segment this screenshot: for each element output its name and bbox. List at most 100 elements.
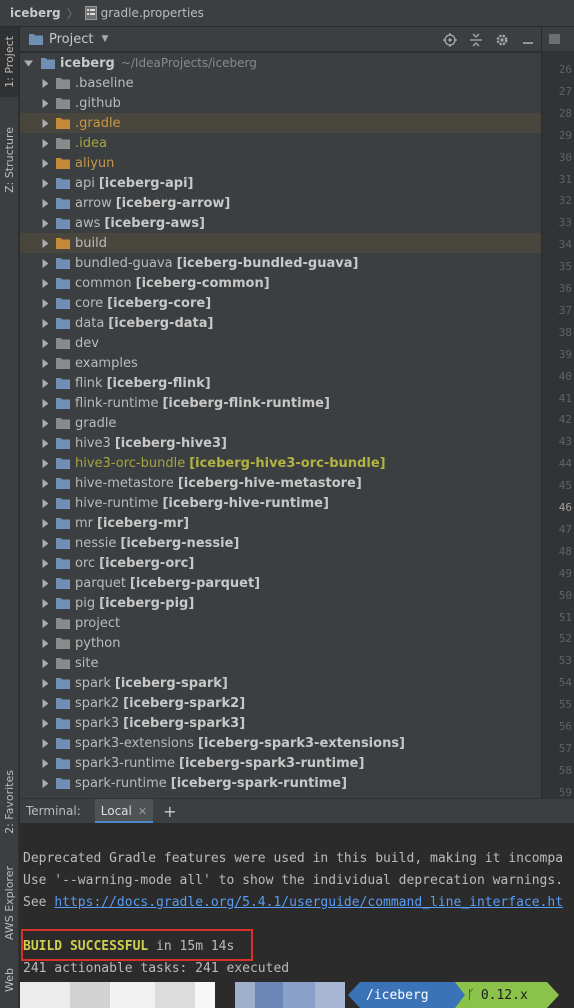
tree-item[interactable]: orc [iceberg-orc] bbox=[20, 553, 541, 573]
chevron-right-icon[interactable] bbox=[40, 373, 50, 393]
chevron-right-icon[interactable] bbox=[40, 133, 50, 153]
chevron-down-icon[interactable]: ▼ bbox=[101, 34, 108, 44]
chevron-right-icon[interactable] bbox=[40, 313, 50, 333]
tree-item[interactable]: spark3-extensions [iceberg-spark3-extensi… bbox=[20, 733, 541, 753]
chevron-right-icon[interactable] bbox=[40, 393, 50, 413]
tree-item[interactable]: project bbox=[20, 613, 541, 633]
chevron-right-icon[interactable] bbox=[40, 713, 50, 733]
tab-aws-explorer[interactable]: AWS Explorer bbox=[0, 853, 19, 953]
tree-item[interactable]: bundled-guava [iceberg-bundled-guava] bbox=[20, 253, 541, 273]
tree-item[interactable]: spark3 [iceberg-spark3] bbox=[20, 713, 541, 733]
chevron-right-icon[interactable] bbox=[40, 93, 50, 113]
redacted-block bbox=[315, 982, 345, 1008]
collapse-all-icon[interactable] bbox=[463, 27, 489, 52]
chevron-right-icon[interactable] bbox=[40, 593, 50, 613]
chevron-right-icon[interactable] bbox=[40, 773, 50, 793]
new-terminal-button[interactable]: + bbox=[163, 802, 176, 821]
chevron-right-icon[interactable] bbox=[40, 253, 50, 273]
breadcrumb-project[interactable]: iceberg bbox=[10, 6, 61, 20]
tree-item[interactable]: build bbox=[20, 233, 541, 253]
chevron-right-icon[interactable] bbox=[40, 273, 50, 293]
chevron-right-icon[interactable] bbox=[40, 293, 50, 313]
tree-item[interactable]: examples bbox=[20, 353, 541, 373]
git-branch-icon: ᚴ bbox=[467, 987, 475, 1003]
chevron-right-icon[interactable] bbox=[40, 533, 50, 553]
tab-favorites[interactable]: 2: Favorites bbox=[0, 757, 19, 847]
tree-root-name: iceberg bbox=[60, 55, 115, 71]
line-number: 40 bbox=[558, 369, 572, 383]
tree-item[interactable]: .gradle bbox=[20, 113, 541, 133]
project-tree[interactable]: iceberg ~/IdeaProjects/iceberg .baseline .g… bbox=[20, 53, 541, 798]
chevron-right-icon[interactable] bbox=[40, 433, 50, 453]
tree-item[interactable]: nessie [iceberg-nessie] bbox=[20, 533, 541, 553]
tree-item[interactable]: mr [iceberg-mr] bbox=[20, 513, 541, 533]
tree-item[interactable]: arrow [iceberg-arrow] bbox=[20, 193, 541, 213]
locate-icon[interactable] bbox=[437, 27, 463, 52]
editor-tab-fragment[interactable] bbox=[542, 27, 574, 52]
tree-item[interactable]: api [iceberg-api] bbox=[20, 173, 541, 193]
tree-item[interactable]: common [iceberg-common] bbox=[20, 273, 541, 293]
chevron-right-icon[interactable] bbox=[40, 233, 50, 253]
tree-item[interactable]: flink-runtime [iceberg-flink-runtime] bbox=[20, 393, 541, 413]
tab-web[interactable]: Web bbox=[0, 957, 19, 1002]
gear-icon[interactable] bbox=[489, 27, 515, 52]
chevron-right-icon[interactable] bbox=[40, 693, 50, 713]
tree-item[interactable]: spark-runtime [iceberg-spark-runtime] bbox=[20, 773, 541, 793]
breadcrumb-file[interactable]: gradle.properties bbox=[101, 6, 204, 20]
chevron-right-icon[interactable] bbox=[40, 453, 50, 473]
chevron-right-icon[interactable] bbox=[40, 73, 50, 93]
terminal-output[interactable]: Deprecated Gradle features were used in … bbox=[20, 823, 574, 1008]
chevron-down-icon[interactable] bbox=[23, 53, 33, 73]
chevron-right-icon[interactable] bbox=[40, 493, 50, 513]
chevron-right-icon[interactable] bbox=[40, 513, 50, 533]
chevron-right-icon[interactable] bbox=[40, 573, 50, 593]
tree-item[interactable]: data [iceberg-data] bbox=[20, 313, 541, 333]
tree-item[interactable]: site bbox=[20, 653, 541, 673]
tree-item[interactable]: core [iceberg-core] bbox=[20, 293, 541, 313]
chevron-right-icon[interactable] bbox=[40, 673, 50, 693]
chevron-right-icon[interactable] bbox=[40, 113, 50, 133]
folder-icon bbox=[56, 577, 75, 589]
chevron-right-icon[interactable] bbox=[40, 633, 50, 653]
tab-project[interactable]: 1: Project bbox=[0, 27, 19, 97]
tree-item[interactable]: hive3-orc-bundle [iceberg-hive3-orc-bundl… bbox=[20, 453, 541, 473]
chevron-right-icon[interactable] bbox=[40, 193, 50, 213]
chevron-right-icon[interactable] bbox=[40, 733, 50, 753]
tree-item[interactable]: hive-metastore [iceberg-hive-metastore] bbox=[20, 473, 541, 493]
tree-item[interactable]: pig [iceberg-pig] bbox=[20, 593, 541, 613]
chevron-right-icon[interactable] bbox=[40, 413, 50, 433]
chevron-right-icon[interactable] bbox=[40, 613, 50, 633]
tree-item[interactable]: dev bbox=[20, 333, 541, 353]
tree-item[interactable]: .baseline bbox=[20, 73, 541, 93]
chevron-right-icon[interactable] bbox=[40, 653, 50, 673]
tree-item[interactable]: hive3 [iceberg-hive3] bbox=[20, 433, 541, 453]
terminal-tab-local[interactable]: Local ✕ bbox=[94, 798, 154, 824]
tree-item[interactable]: python bbox=[20, 633, 541, 653]
tree-item[interactable]: .github bbox=[20, 93, 541, 113]
tree-item[interactable]: gradle bbox=[20, 413, 541, 433]
tree-item[interactable]: aliyun bbox=[20, 153, 541, 173]
tree-item[interactable]: spark3-runtime [iceberg-spark3-runtime] bbox=[20, 753, 541, 773]
tree-root-row[interactable]: iceberg ~/IdeaProjects/iceberg bbox=[20, 53, 541, 73]
hide-icon[interactable] bbox=[515, 27, 541, 52]
chevron-right-icon[interactable] bbox=[40, 353, 50, 373]
tree-item[interactable]: parquet [iceberg-parquet] bbox=[20, 573, 541, 593]
close-icon[interactable]: ✕ bbox=[138, 805, 147, 818]
chevron-right-icon[interactable] bbox=[40, 473, 50, 493]
tree-item[interactable]: hive-runtime [iceberg-hive-runtime] bbox=[20, 493, 541, 513]
project-view-selector[interactable]: Project bbox=[49, 32, 93, 47]
chevron-right-icon[interactable] bbox=[40, 213, 50, 233]
tree-item[interactable]: .idea bbox=[20, 133, 541, 153]
tree-item-module: [iceberg-spark2] bbox=[123, 695, 246, 711]
chevron-right-icon[interactable] bbox=[40, 333, 50, 353]
tree-item[interactable]: aws [iceberg-aws] bbox=[20, 213, 541, 233]
tree-item[interactable]: flink [iceberg-flink] bbox=[20, 373, 541, 393]
tree-item[interactable]: spark2 [iceberg-spark2] bbox=[20, 693, 541, 713]
tab-structure[interactable]: Z: Structure bbox=[0, 115, 19, 205]
chevron-right-icon[interactable] bbox=[40, 173, 50, 193]
tree-item[interactable]: spark [iceberg-spark] bbox=[20, 673, 541, 693]
docs-link[interactable]: https://docs.gradle.org/5.4.1/userguide/… bbox=[54, 895, 563, 910]
chevron-right-icon[interactable] bbox=[40, 753, 50, 773]
chevron-right-icon[interactable] bbox=[40, 553, 50, 573]
chevron-right-icon[interactable] bbox=[40, 153, 50, 173]
